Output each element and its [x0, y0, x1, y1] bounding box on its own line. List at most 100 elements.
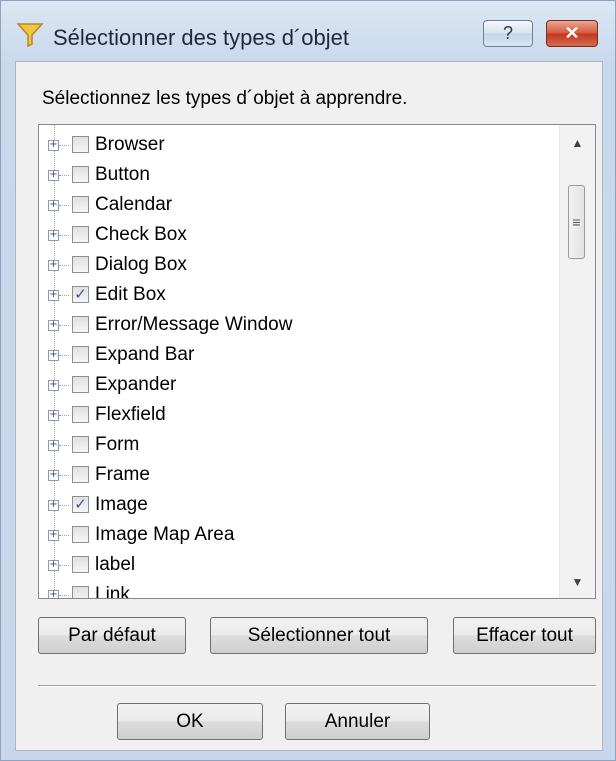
list-item[interactable]: + ✓ Image [39, 490, 559, 520]
list-item[interactable]: + Image Map Area [39, 520, 559, 550]
tree-branch-line [59, 205, 69, 206]
ok-button[interactable]: OK [117, 703, 263, 740]
item-label: Edit Box [95, 284, 166, 305]
list-item[interactable]: + Calendar [39, 190, 559, 220]
close-button[interactable]: ✕ [546, 20, 598, 47]
plus-icon[interactable]: + [48, 260, 59, 271]
tree-branch-line [59, 385, 69, 386]
item-checkbox[interactable] [72, 376, 89, 393]
cancel-button[interactable]: Annuler [285, 703, 430, 740]
item-label: Frame [95, 464, 150, 485]
item-checkbox[interactable] [72, 166, 89, 183]
item-checkbox[interactable] [72, 256, 89, 273]
tree-branch-line [59, 355, 69, 356]
list-item[interactable]: + ✓ Edit Box [39, 280, 559, 310]
list-item[interactable]: + Error/Message Window [39, 310, 559, 340]
clear-all-button[interactable]: Effacer tout [453, 617, 596, 654]
item-label: Link [95, 584, 130, 598]
scroll-up-arrow-icon[interactable]: ▲ [560, 127, 595, 159]
tree-branch-line [59, 295, 69, 296]
list-item[interactable]: + Expander [39, 370, 559, 400]
item-checkbox[interactable] [72, 586, 89, 598]
list-item[interactable]: + Dialog Box [39, 250, 559, 280]
item-checkbox[interactable] [72, 436, 89, 453]
tree-branch-line [59, 475, 69, 476]
item-label: Expander [95, 374, 177, 395]
tree-branch-line [59, 565, 69, 566]
plus-icon[interactable]: + [48, 410, 59, 421]
scroll-thumb[interactable]: ≡ [568, 185, 585, 259]
tree-branch-line [59, 445, 69, 446]
checkmark-icon: ✓ [74, 285, 87, 303]
window-title: Sélectionner des types d´objet [53, 25, 349, 50]
item-checkbox[interactable] [72, 406, 89, 423]
tree-branch-line [59, 535, 69, 536]
item-label: Error/Message Window [95, 314, 293, 335]
plus-icon[interactable]: + [48, 350, 59, 361]
item-label: Dialog Box [95, 254, 187, 275]
plus-icon[interactable]: + [48, 140, 59, 151]
list-item[interactable]: + Link [39, 580, 559, 598]
item-checkbox[interactable] [72, 556, 89, 573]
list-item[interactable]: + Button [39, 160, 559, 190]
item-checkbox[interactable] [72, 136, 89, 153]
item-label: Flexfield [95, 404, 166, 425]
tree-branch-line [59, 415, 69, 416]
tree-view: + Browser + Button + Calendar + Check Box + Dialo… [39, 125, 559, 598]
plus-icon[interactable]: + [48, 530, 59, 541]
dialog-body: Sélectionnez les types d´objet à apprend… [15, 61, 603, 751]
list-item[interactable]: + Browser [39, 130, 559, 160]
object-type-list[interactable]: + Browser + Button + Calendar + Check Box + Dialo… [38, 124, 596, 599]
plus-icon[interactable]: + [48, 500, 59, 511]
list-item[interactable]: + Expand Bar [39, 340, 559, 370]
item-checkbox[interactable] [72, 526, 89, 543]
tree-branch-line [59, 595, 69, 596]
item-checkbox[interactable]: ✓ [72, 496, 89, 513]
item-checkbox[interactable] [72, 316, 89, 333]
item-checkbox[interactable] [72, 466, 89, 483]
tree-branch-line [59, 505, 69, 506]
tree-branch-line [59, 265, 69, 266]
checkmark-icon: ✓ [74, 495, 87, 513]
plus-icon[interactable]: + [48, 290, 59, 301]
dialog-window: Sélectionner des types d´objet ? ✕ Sélec… [0, 0, 616, 761]
title-bar[interactable]: Sélectionner des types d´objet ? ✕ [1, 1, 615, 61]
tree-branch-line [59, 325, 69, 326]
filter-icon [16, 23, 44, 48]
plus-icon[interactable]: + [48, 470, 59, 481]
plus-icon[interactable]: + [48, 320, 59, 331]
plus-icon[interactable]: + [48, 200, 59, 211]
separator [38, 685, 596, 687]
plus-icon[interactable]: + [48, 560, 59, 571]
scroll-down-arrow-icon[interactable]: ▼ [560, 566, 595, 598]
item-label: Image [95, 494, 148, 515]
plus-icon[interactable]: + [48, 440, 59, 451]
item-checkbox[interactable] [72, 226, 89, 243]
item-label: label [95, 554, 136, 575]
plus-icon[interactable]: + [48, 230, 59, 241]
item-label: Button [95, 164, 150, 185]
instruction-text: Sélectionnez les types d´objet à apprend… [42, 88, 408, 109]
item-label: Form [95, 434, 140, 455]
item-checkbox[interactable]: ✓ [72, 286, 89, 303]
tree-branch-line [59, 235, 69, 236]
plus-icon[interactable]: + [48, 590, 59, 598]
default-button[interactable]: Par défaut [38, 617, 186, 654]
list-item[interactable]: + label [39, 550, 559, 580]
item-checkbox[interactable] [72, 346, 89, 363]
item-label: Browser [95, 134, 165, 155]
select-all-button[interactable]: Sélectionner tout [210, 617, 428, 654]
plus-icon[interactable]: + [48, 380, 59, 391]
help-button[interactable]: ? [483, 20, 533, 47]
list-item[interactable]: + Frame [39, 460, 559, 490]
item-label: Check Box [95, 224, 187, 245]
item-label: Image Map Area [95, 524, 235, 545]
list-item[interactable]: + Form [39, 430, 559, 460]
plus-icon[interactable]: + [48, 170, 59, 181]
list-item[interactable]: + Flexfield [39, 400, 559, 430]
item-checkbox[interactable] [72, 196, 89, 213]
tree-branch-line [59, 175, 69, 176]
list-item[interactable]: + Check Box [39, 220, 559, 250]
tree-branch-line [59, 145, 69, 146]
vertical-scrollbar[interactable]: ▲ ≡ ▼ [559, 125, 595, 598]
